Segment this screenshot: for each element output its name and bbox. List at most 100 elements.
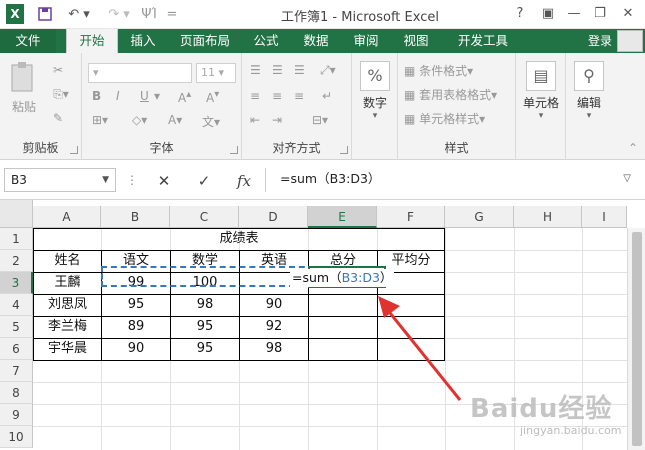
font-launcher-icon[interactable] [230, 146, 238, 154]
borders-icon[interactable]: ⊞▾ [92, 113, 108, 127]
cancel-icon[interactable]: ✕ [152, 170, 176, 192]
underline-dropdown-icon[interactable]: ▾ [154, 89, 160, 103]
cut-icon[interactable]: ✂ [48, 63, 68, 77]
row-header-9[interactable]: 9 [0, 404, 33, 426]
select-all-corner[interactable] [0, 200, 33, 228]
tab-data[interactable]: 数据 [296, 29, 336, 53]
wrap-text-icon[interactable]: ↵ [322, 89, 332, 103]
scrollbar-thumb[interactable] [632, 232, 642, 446]
help-button[interactable]: ? [508, 4, 532, 24]
score-cell[interactable]: 89 [102, 316, 170, 338]
name-cell[interactable]: 宇华晨 [34, 338, 101, 360]
minimize-button[interactable]: — [562, 4, 586, 24]
score-cell[interactable]: 90 [102, 338, 170, 360]
score-cell[interactable]: 95 [171, 316, 239, 338]
orientation-icon[interactable]: ⤢▾ [320, 63, 336, 78]
tab-page-layout[interactable]: 页面布局 [170, 29, 240, 53]
clipboard-launcher-icon[interactable] [70, 146, 78, 154]
tab-insert[interactable]: 插入 [122, 29, 164, 53]
column-header-a[interactable]: A [33, 206, 101, 228]
name-box-dropdown-icon[interactable]: ▼ [102, 169, 109, 191]
undo-icon[interactable]: ↶ ▾ [64, 4, 94, 24]
column-header-e[interactable]: E [308, 206, 377, 228]
merge-center-icon[interactable]: ⊟▾ [312, 113, 328, 127]
number-format-button[interactable]: % 数字 ▾ [353, 61, 397, 121]
header-cell-name[interactable]: 姓名 [34, 250, 101, 272]
expand-formula-icon[interactable]: ▽ [623, 168, 631, 190]
alignment-launcher-icon[interactable] [340, 146, 348, 154]
score-cell[interactable]: 92 [240, 316, 308, 338]
font-size-combo[interactable]: 11 ▾ [196, 63, 236, 83]
paste-button[interactable]: 粘贴 [6, 61, 42, 121]
align-middle-icon[interactable]: ☰ [272, 63, 283, 77]
ribbon-display-button[interactable]: ▣ [536, 4, 560, 24]
conditional-formatting-button[interactable]: ▦ 条件格式▾ [404, 61, 473, 81]
touch-mode-icon[interactable]: ΨΊ [140, 4, 158, 24]
column-header-d[interactable]: D [239, 206, 308, 228]
row-header-7[interactable]: 7 [0, 360, 33, 382]
cell-styles-button[interactable]: ▦ 单元格样式▾ [404, 109, 485, 129]
tab-home[interactable]: 开始 [66, 29, 118, 53]
row-header-6[interactable]: 6 [0, 338, 33, 360]
tab-file[interactable]: 文件 [0, 29, 56, 53]
align-center-icon[interactable]: ≡ [272, 89, 282, 103]
column-header-g[interactable]: G [445, 206, 514, 228]
row-header-8[interactable]: 8 [0, 382, 33, 404]
score-cell[interactable]: 98 [171, 294, 239, 316]
redo-icon[interactable]: ↷ ▾ [104, 4, 134, 24]
decrease-font-icon[interactable]: A▾ [206, 89, 219, 105]
row-header-10[interactable]: 10 [0, 426, 33, 448]
name-cell[interactable]: 李兰梅 [34, 316, 101, 338]
name-box[interactable]: B3 ▼ [4, 168, 116, 192]
close-button[interactable]: ✕ [616, 4, 640, 24]
table-title-cell[interactable]: 成绩表 [34, 228, 444, 250]
active-cell-editor[interactable]: =sum（B3:D3） [290, 266, 395, 288]
tab-review[interactable]: 审阅 [346, 29, 386, 53]
tab-view[interactable]: 视图 [396, 29, 436, 53]
editing-button[interactable]: ⚲ 编辑 ▾ [567, 61, 611, 121]
score-cell[interactable]: 95 [171, 338, 239, 360]
cells-button[interactable]: ▤ 单元格 ▾ [519, 61, 563, 121]
collapse-ribbon-icon[interactable]: ⌃ [628, 141, 638, 155]
restore-button[interactable]: ❐ [588, 4, 612, 24]
score-cell[interactable]: 98 [240, 338, 308, 360]
login-link[interactable]: 登录 [588, 29, 612, 53]
bold-button[interactable]: B [92, 89, 101, 103]
row-header-3[interactable]: 3 [0, 272, 33, 294]
row-header-5[interactable]: 5 [0, 316, 33, 338]
enter-icon[interactable]: ✓ [192, 170, 216, 192]
insert-function-icon[interactable]: fx [232, 170, 256, 192]
save-icon[interactable] [36, 4, 54, 24]
underline-button[interactable]: U [140, 89, 149, 103]
decrease-indent-icon[interactable]: ⇤ [250, 113, 260, 127]
align-top-icon[interactable]: ☰ [250, 63, 261, 77]
score-cell[interactable]: 90 [240, 294, 308, 316]
vertical-scrollbar[interactable] [627, 228, 645, 450]
phonetic-icon[interactable]: 文▾ [202, 113, 220, 130]
column-header-c[interactable]: C [170, 206, 239, 228]
align-left-icon[interactable]: ≡ [250, 89, 260, 103]
column-header-i[interactable]: I [582, 206, 627, 228]
name-cell[interactable]: 王麟 [34, 272, 101, 294]
tab-developer[interactable]: 开发工具 [448, 29, 518, 53]
column-header-h[interactable]: H [514, 206, 582, 228]
score-cell[interactable]: 95 [102, 294, 170, 316]
format-as-table-button[interactable]: ▦ 套用表格格式▾ [404, 85, 497, 105]
font-name-combo[interactable]: ▾ [88, 63, 192, 83]
align-right-icon[interactable]: ≡ [294, 89, 304, 103]
row-header-1[interactable]: 1 [0, 228, 33, 250]
increase-indent-icon[interactable]: ⇥ [272, 113, 282, 127]
row-header-4[interactable]: 4 [0, 294, 33, 316]
tab-formulas[interactable]: 公式 [246, 29, 286, 53]
excel-icon[interactable]: X [6, 4, 24, 24]
name-cell[interactable]: 刘思凤 [34, 294, 101, 316]
formula-input[interactable]: =sum（B3:D3） ▽ [265, 168, 639, 192]
format-painter-icon[interactable]: ✎ [48, 111, 68, 125]
align-bottom-icon[interactable]: ☰ [294, 63, 305, 77]
italic-button[interactable]: I [116, 89, 120, 103]
row-header-2[interactable]: 2 [0, 250, 33, 272]
copy-icon[interactable]: ⎘▾ [48, 87, 74, 102]
increase-font-icon[interactable]: A▴ [178, 89, 191, 105]
customize-qat-icon[interactable]: = [164, 4, 180, 24]
fill-color-icon[interactable]: ◇▾ [132, 113, 147, 127]
